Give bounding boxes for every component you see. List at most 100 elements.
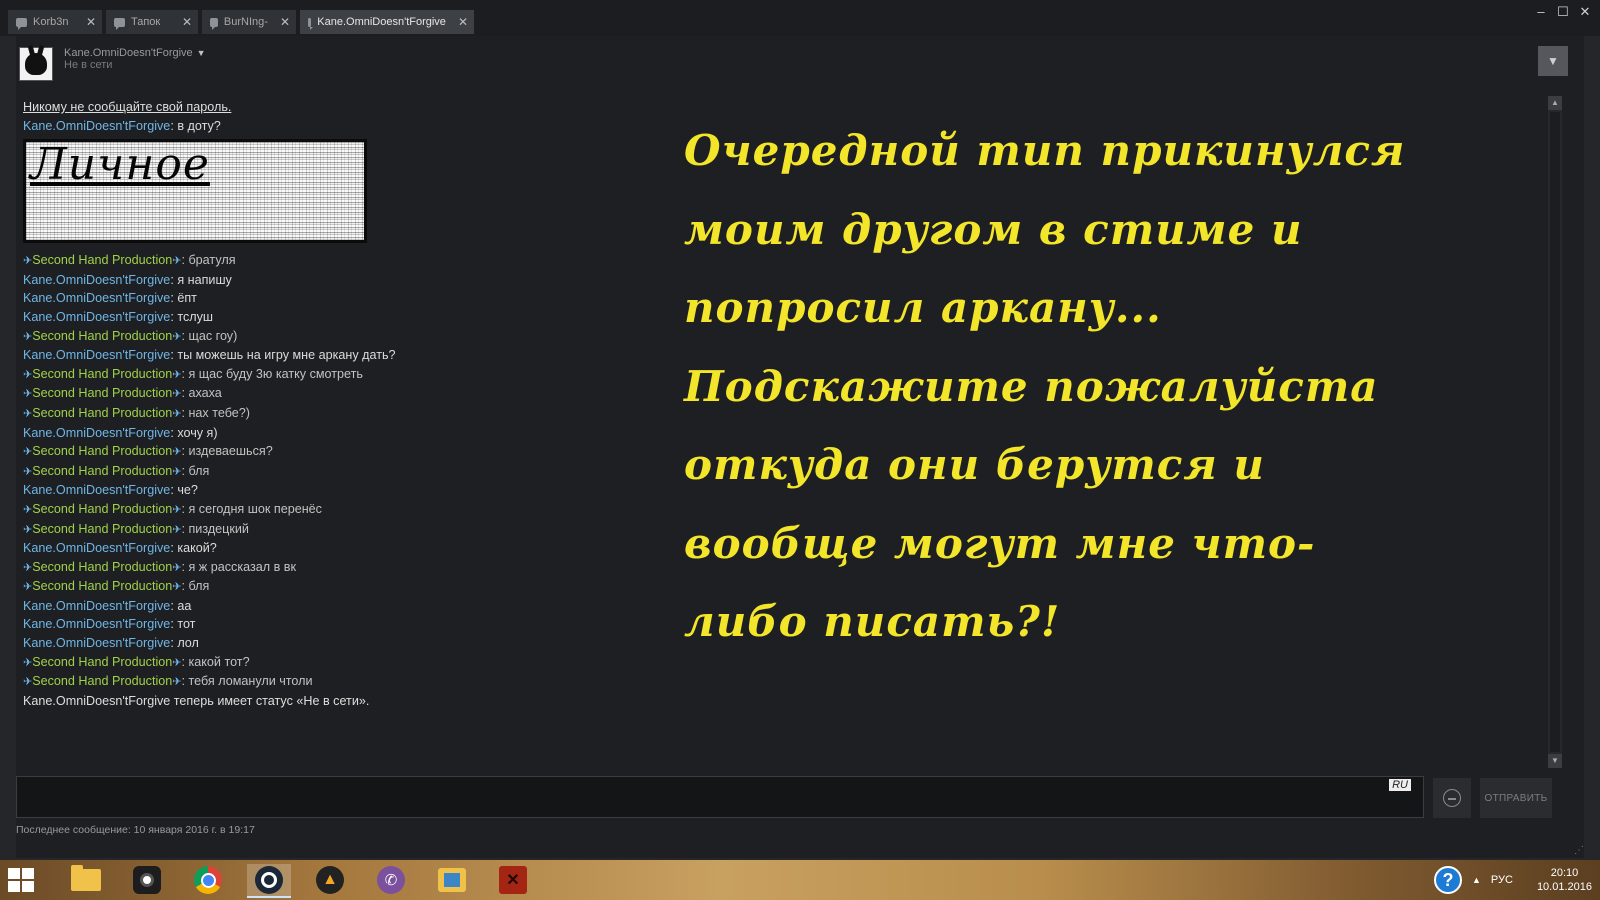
help-icon[interactable]: ? [1433, 866, 1462, 894]
scroll-down-icon[interactable]: ▼ [1548, 754, 1562, 768]
dota2-icon[interactable]: ✕ [491, 864, 535, 896]
chat-message: Kane.OmniDoesn'tForgive: ёпт [23, 291, 197, 306]
message-text: тслуш [177, 309, 213, 324]
message-text: я сегодня шок перенёс [188, 501, 322, 516]
message-sender[interactable]: Second Hand Production [32, 444, 172, 458]
plane-icon: ✈ [23, 368, 33, 381]
chat-message: Kane.OmniDoesn'tForgive: лол [23, 636, 199, 651]
message-sender[interactable]: Second Hand Production [32, 655, 172, 669]
scrollbar-track[interactable] [1550, 112, 1560, 752]
message-sender[interactable]: Second Hand Production [32, 674, 172, 688]
chat-message: Kane.OmniDoesn'tForgive: хочу я) [23, 425, 218, 440]
windows-start-icon[interactable] [8, 868, 34, 892]
chrome-icon[interactable] [186, 864, 230, 896]
game-launcher-icon[interactable]: ▲ [308, 864, 352, 896]
message-sender[interactable]: Kane.OmniDoesn'tForgive [23, 617, 170, 631]
system-tray: ? ▲ РУС 20:10 10.01.2016 [1433, 860, 1592, 900]
close-icon[interactable]: ✕ [170, 15, 192, 29]
taskbar-apps: ▲ ✆ ✕ [64, 864, 552, 898]
message-sender[interactable]: Kane.OmniDoesn'tForgive [23, 273, 170, 287]
message-sender[interactable]: Second Hand Production [32, 367, 172, 381]
plane-icon: ✈ [23, 407, 33, 420]
maximize-icon[interactable]: ☐ [1556, 4, 1570, 20]
file-explorer-icon[interactable] [64, 864, 108, 896]
tab-tapok[interactable]: Тапок ✕ [106, 10, 198, 34]
chat-header: Kane.OmniDoesn'tForgive ▼ Не в сети ▼ [16, 36, 1584, 90]
plane-icon: ✈ [23, 523, 33, 536]
message-sender[interactable]: Kane.OmniDoesn'tForgive [23, 348, 170, 362]
message-input[interactable]: RU [16, 776, 1424, 818]
input-language-indicator[interactable]: РУС [1491, 874, 1513, 886]
tab-burning[interactable]: BurNIng- ✕ [202, 10, 296, 34]
close-icon[interactable]: ✕ [74, 15, 96, 29]
overlay-line: вообще могут мне что- [684, 518, 1316, 568]
message-text: братуля [188, 253, 236, 268]
friend-name: Kane.OmniDoesn'tForgive [64, 47, 193, 59]
message-text: пиздецкий [188, 521, 249, 536]
plane-icon: ✈ [23, 255, 33, 268]
chat-message: ✈Second Hand Production✈: тебя ломанули … [23, 674, 313, 689]
minimize-icon[interactable]: – [1534, 4, 1548, 20]
chat-message: ✈Second Hand Production✈: братуля [23, 253, 236, 268]
message-text: какой тот? [188, 654, 250, 669]
message-sender[interactable]: Second Hand Production [32, 560, 172, 574]
tab-korb3n[interactable]: Korb3n ✕ [8, 10, 102, 34]
message-sender[interactable]: Kane.OmniDoesn'tForgive [23, 119, 170, 133]
message-sender[interactable]: Kane.OmniDoesn'tForgive [23, 599, 170, 613]
message-text: щас гоу) [188, 328, 238, 343]
chat-message: ✈Second Hand Production✈: я щас буду 3ю … [23, 366, 363, 381]
close-icon[interactable]: ✕ [268, 15, 290, 29]
chat-tabs: Korb3n ✕ Тапок ✕ BurNIng- ✕ Kane.OmniDoe… [8, 10, 478, 34]
message-sender[interactable]: Kane.OmniDoesn'tForgive [23, 310, 170, 324]
media-player-icon[interactable] [430, 864, 474, 896]
resize-grip-icon[interactable]: ⋰ [1574, 845, 1584, 856]
plane-icon: ✈ [23, 581, 33, 594]
chevron-down-icon: ▼ [196, 48, 206, 58]
message-sender[interactable]: Second Hand Production [32, 386, 172, 400]
message-sender[interactable]: Second Hand Production [32, 329, 172, 343]
chat-message: ✈Second Hand Production✈: какой тот? [23, 654, 250, 669]
chat-scrollbar[interactable]: ▲ ▼ [1548, 96, 1562, 768]
overlay-caption: Очередной тип прикинулся моим другом в ст… [684, 112, 1564, 662]
chevron-down-icon: ▼ [1547, 54, 1559, 68]
tab-kane[interactable]: Kane.OmniDoesn'tForgive ✕ [300, 10, 474, 34]
message-text: лол [177, 636, 199, 651]
system-message: Kane.OmniDoesn'tForgive теперь имеет ста… [23, 693, 370, 708]
message-sender[interactable]: Kane.OmniDoesn'tForgive [23, 636, 170, 650]
message-sender[interactable]: Second Hand Production [32, 579, 172, 593]
send-button[interactable]: ОТПРАВИТЬ [1480, 778, 1552, 818]
message-text: хочу я) [177, 425, 218, 440]
chat-options-dropdown[interactable]: ▼ [1538, 46, 1568, 76]
scroll-up-icon[interactable]: ▲ [1548, 96, 1562, 110]
message-text: ёпт [177, 291, 197, 306]
message-sender[interactable]: Second Hand Production [32, 406, 172, 420]
message-sender[interactable]: Kane.OmniDoesn'tForgive [23, 426, 170, 440]
message-sender[interactable]: Kane.OmniDoesn'tForgive [23, 291, 170, 305]
clock[interactable]: 20:10 10.01.2016 [1523, 866, 1592, 894]
message-sender[interactable]: Second Hand Production [32, 522, 172, 536]
message-text: в доту? [177, 118, 221, 133]
chat-log: Никому не сообщайте свой пароль. Kane.Om… [23, 98, 643, 710]
message-sender[interactable]: Kane.OmniDoesn'tForgive [23, 541, 170, 555]
noise-overlay: Личное [26, 142, 364, 241]
plane-icon: ✈ [23, 656, 33, 669]
password-warning-link[interactable]: Никому не сообщайте свой пароль. [23, 98, 643, 117]
friend-status: Не в сети [64, 59, 113, 71]
close-window-icon[interactable]: ✕ [1578, 4, 1592, 20]
steam-icon[interactable] [247, 864, 291, 898]
message-sender[interactable]: Second Hand Production [32, 464, 172, 478]
viber-icon[interactable]: ✆ [369, 864, 413, 896]
input-language-badge: RU [1389, 779, 1411, 791]
close-icon[interactable]: ✕ [446, 15, 468, 29]
chat-message: ✈Second Hand Production✈: щас гоу) [23, 328, 238, 343]
censored-image: Личное [23, 139, 367, 244]
overlay-line: либо писать?! [684, 597, 1061, 646]
avatar[interactable] [19, 47, 53, 81]
message-sender[interactable]: Kane.OmniDoesn'tForgive [23, 483, 170, 497]
friend-name-dropdown[interactable]: Kane.OmniDoesn'tForgive ▼ [64, 47, 206, 59]
webcam-app-icon[interactable] [125, 864, 169, 896]
message-sender[interactable]: Second Hand Production [32, 502, 172, 516]
tray-expand-icon[interactable]: ▲ [1472, 875, 1481, 885]
emoticon-button[interactable] [1433, 778, 1471, 818]
message-sender[interactable]: Second Hand Production [32, 253, 172, 267]
